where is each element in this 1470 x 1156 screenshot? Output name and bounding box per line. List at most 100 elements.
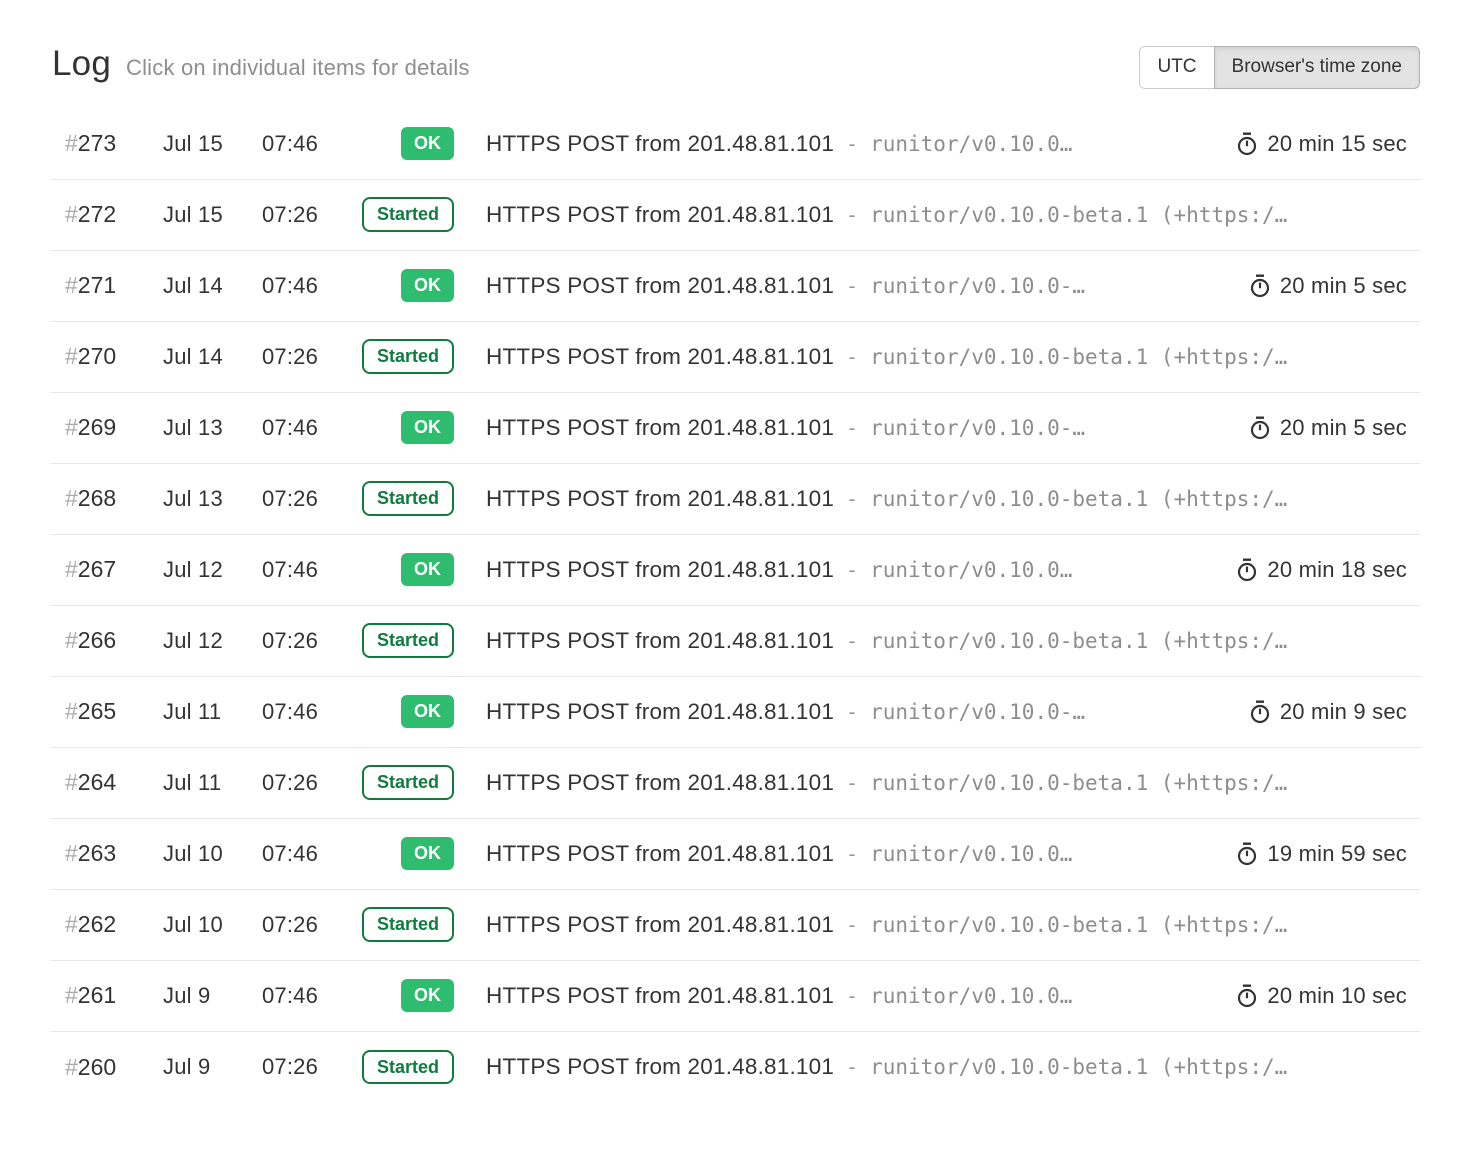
event-description: HTTPS POST from 201.48.81.101-runitor/v0…	[454, 486, 1420, 512]
hash-prefix: #	[65, 272, 78, 298]
log-row[interactable]: #266Jul 1207:26StartedHTTPS POST from 20…	[50, 606, 1420, 677]
separator-dash: -	[846, 700, 858, 724]
separator-dash: -	[846, 842, 858, 866]
duration-cell: 20 min 5 sec	[1225, 273, 1420, 299]
hash-prefix: #	[65, 698, 78, 724]
hash-prefix: #	[65, 485, 78, 511]
duration-text: 20 min 5 sec	[1280, 273, 1407, 299]
entry-number: #266	[50, 627, 163, 654]
log-row[interactable]: #261Jul 907:46OKHTTPS POST from 201.48.8…	[50, 961, 1420, 1032]
entry-number: #260	[50, 1054, 163, 1081]
separator-dash: -	[846, 913, 858, 937]
status-badge: OK	[401, 553, 454, 586]
user-agent-text: runitor/v0.10.0-…	[870, 274, 1085, 298]
user-agent-text: runitor/v0.10.0-beta.1 (+https:/…	[870, 913, 1287, 937]
entry-number: #272	[50, 201, 163, 228]
log-row[interactable]: #272Jul 1507:26StartedHTTPS POST from 20…	[50, 180, 1420, 251]
duration-text: 20 min 9 sec	[1280, 699, 1407, 725]
utc-button[interactable]: UTC	[1139, 46, 1214, 89]
separator-dash: -	[846, 629, 858, 653]
entry-date: Jul 11	[163, 699, 262, 725]
hash-prefix: #	[65, 1054, 78, 1080]
event-text: HTTPS POST from 201.48.81.101	[486, 131, 834, 157]
log-row[interactable]: #270Jul 1407:26StartedHTTPS POST from 20…	[50, 322, 1420, 393]
user-agent-text: runitor/v0.10.0-beta.1 (+https:/…	[870, 629, 1287, 653]
status-badge-cell: OK	[401, 127, 454, 160]
log-row[interactable]: #267Jul 1207:46OKHTTPS POST from 201.48.…	[50, 535, 1420, 606]
entry-number-value: 272	[78, 201, 116, 227]
stopwatch-icon	[1249, 700, 1271, 724]
event-text: HTTPS POST from 201.48.81.101	[486, 557, 834, 583]
entry-number: #269	[50, 414, 163, 441]
hash-prefix: #	[65, 201, 78, 227]
status-badge: Started	[362, 623, 454, 658]
log-row[interactable]: #263Jul 1007:46OKHTTPS POST from 201.48.…	[50, 819, 1420, 890]
user-agent-text: runitor/v0.10.0-beta.1 (+https:/…	[870, 1055, 1287, 1079]
log-row[interactable]: #273Jul 1507:46OKHTTPS POST from 201.48.…	[50, 109, 1420, 180]
event-description: HTTPS POST from 201.48.81.101-runitor/v0…	[454, 628, 1420, 654]
entry-number-value: 265	[78, 698, 116, 724]
stopwatch-icon	[1249, 416, 1271, 440]
separator-dash: -	[846, 203, 858, 227]
duration-cell: 20 min 5 sec	[1225, 415, 1420, 441]
log-row[interactable]: #271Jul 1407:46OKHTTPS POST from 201.48.…	[50, 251, 1420, 322]
status-badge: OK	[401, 127, 454, 160]
entry-time: 07:26	[262, 770, 362, 796]
event-description: HTTPS POST from 201.48.81.101-runitor/v0…	[454, 131, 1212, 157]
entry-time: 07:26	[262, 202, 362, 228]
user-agent-text: runitor/v0.10.0-…	[870, 700, 1085, 724]
entry-number-value: 260	[78, 1054, 116, 1080]
duration-cell: 20 min 18 sec	[1212, 557, 1420, 583]
status-badge-cell: Started	[362, 623, 454, 658]
entry-time: 07:46	[262, 131, 362, 157]
stopwatch-icon	[1236, 842, 1258, 866]
status-badge-cell: Started	[362, 907, 454, 942]
event-description: HTTPS POST from 201.48.81.101-runitor/v0…	[454, 841, 1212, 867]
page-subtitle: Click on individual items for details	[126, 55, 470, 81]
event-description: HTTPS POST from 201.48.81.101-runitor/v0…	[454, 699, 1225, 725]
entry-number: #271	[50, 272, 163, 299]
entry-date: Jul 11	[163, 770, 262, 796]
entry-number-value: 262	[78, 911, 116, 937]
user-agent-text: runitor/v0.10.0…	[870, 842, 1072, 866]
log-row[interactable]: #264Jul 1107:26StartedHTTPS POST from 20…	[50, 748, 1420, 819]
hash-prefix: #	[65, 343, 78, 369]
status-badge-cell: Started	[362, 765, 454, 800]
entry-time: 07:46	[262, 983, 362, 1009]
entry-date: Jul 14	[163, 344, 262, 370]
event-description: HTTPS POST from 201.48.81.101-runitor/v0…	[454, 273, 1225, 299]
separator-dash: -	[846, 487, 858, 511]
status-badge-cell: OK	[401, 695, 454, 728]
page-title: Log	[52, 44, 111, 84]
log-row[interactable]: #260Jul 907:26StartedHTTPS POST from 201…	[50, 1032, 1420, 1103]
log-table: #273Jul 1507:46OKHTTPS POST from 201.48.…	[50, 109, 1420, 1103]
log-row[interactable]: #268Jul 1307:26StartedHTTPS POST from 20…	[50, 464, 1420, 535]
event-text: HTTPS POST from 201.48.81.101	[486, 202, 834, 228]
entry-number: #264	[50, 769, 163, 796]
entry-number-value: 266	[78, 627, 116, 653]
status-badge-cell: OK	[401, 553, 454, 586]
status-badge: OK	[401, 837, 454, 870]
log-row[interactable]: #269Jul 1307:46OKHTTPS POST from 201.48.…	[50, 393, 1420, 464]
duration-cell: 20 min 9 sec	[1225, 699, 1420, 725]
entry-number: #273	[50, 130, 163, 157]
duration-text: 20 min 5 sec	[1280, 415, 1407, 441]
entry-number: #262	[50, 911, 163, 938]
event-description: HTTPS POST from 201.48.81.101-runitor/v0…	[454, 344, 1420, 370]
separator-dash: -	[846, 345, 858, 369]
page-title-wrap: Log Click on individual items for detail…	[50, 44, 470, 84]
entry-number-value: 261	[78, 982, 116, 1008]
log-row[interactable]: #262Jul 1007:26StartedHTTPS POST from 20…	[50, 890, 1420, 961]
hash-prefix: #	[65, 840, 78, 866]
browser-timezone-button[interactable]: Browser's time zone	[1214, 46, 1420, 89]
event-description: HTTPS POST from 201.48.81.101-runitor/v0…	[454, 912, 1420, 938]
event-text: HTTPS POST from 201.48.81.101	[486, 841, 834, 867]
hash-prefix: #	[65, 769, 78, 795]
entry-time: 07:26	[262, 344, 362, 370]
entry-number-value: 273	[78, 130, 116, 156]
log-row[interactable]: #265Jul 1107:46OKHTTPS POST from 201.48.…	[50, 677, 1420, 748]
event-text: HTTPS POST from 201.48.81.101	[486, 699, 834, 725]
event-description: HTTPS POST from 201.48.81.101-runitor/v0…	[454, 770, 1420, 796]
entry-number-value: 263	[78, 840, 116, 866]
event-text: HTTPS POST from 201.48.81.101	[486, 1054, 834, 1080]
